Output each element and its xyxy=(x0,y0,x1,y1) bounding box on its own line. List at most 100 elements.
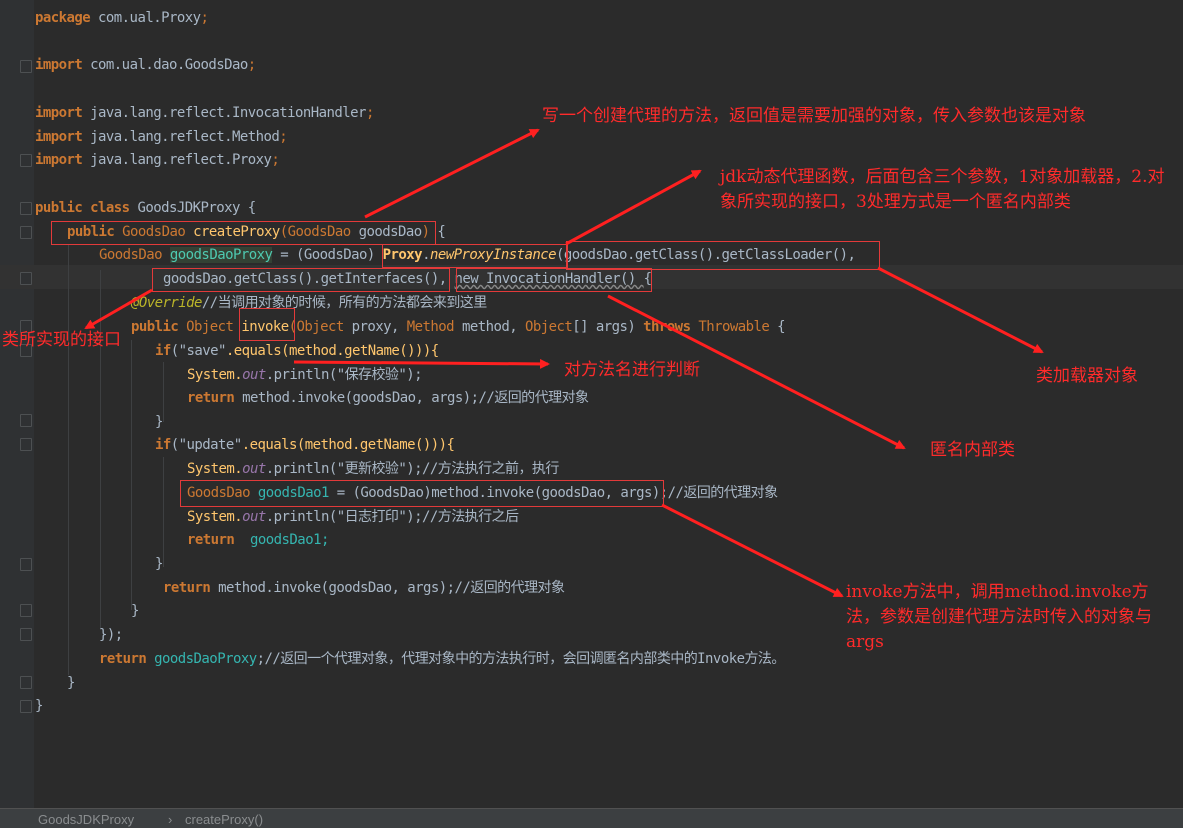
keyword: return xyxy=(187,390,235,406)
breadcrumb-separator-icon: › xyxy=(168,812,173,827)
import-path: java.lang.reflect. xyxy=(90,129,232,145)
code-line-if-update: if("update".equals(method.getName())){ xyxy=(155,436,455,454)
annotation: @Override xyxy=(131,295,202,311)
system-class: System. xyxy=(187,367,243,383)
code-line-brace: } xyxy=(35,698,43,714)
semicolon: ; xyxy=(279,129,288,145)
type: Throwable xyxy=(690,319,770,335)
code-line-return: return goodsDaoProxy;//返回一个代理对象，代理对象中的方法… xyxy=(99,650,785,668)
param-type: Method xyxy=(406,319,462,335)
highlight-box-method-signature xyxy=(51,221,436,245)
fold-marker-icon[interactable] xyxy=(20,272,32,285)
statement: .println("更新校验");//方法执行之前，执行 xyxy=(265,461,560,477)
field: out xyxy=(242,367,266,383)
system-class: System. xyxy=(187,461,243,477)
fold-marker-icon[interactable] xyxy=(20,60,32,73)
indent-guide xyxy=(163,362,164,422)
indent-guide xyxy=(163,457,164,567)
keyword: return xyxy=(99,651,147,667)
highlight-box-method-invoke xyxy=(180,480,664,507)
variable: goodsDaoProxy xyxy=(146,651,257,667)
code-line-println: System.out.println("更新校验");//方法执行之前，执行 xyxy=(187,460,559,478)
statement: .println("日志打印");//方法执行之后 xyxy=(265,509,519,525)
indent-guide xyxy=(131,340,132,610)
code-line-import: import java.lang.reflect.InvocationHandl… xyxy=(35,104,374,122)
semicolon: ; xyxy=(200,10,209,26)
param-type: (Object xyxy=(288,319,352,335)
class-name: GoodsJDKProxy xyxy=(137,200,240,216)
import-class: InvocationHandler xyxy=(232,105,367,121)
code-line-class-decl: public class GoodsJDKProxy { xyxy=(35,199,256,217)
comment: ;//返回的代理对象 xyxy=(659,485,778,501)
code-line-override: @Override//当调用对象的时候，所有的方法都会来到这里 xyxy=(131,294,487,312)
condition: .equals(method.getName())){ xyxy=(225,343,439,359)
param-type: Object xyxy=(524,319,573,335)
fold-marker-icon[interactable] xyxy=(20,414,32,427)
code-line-brace: } xyxy=(155,556,163,572)
fold-marker-icon[interactable] xyxy=(20,226,32,239)
breadcrumb-method[interactable]: createProxy() xyxy=(185,812,263,827)
code-line-import: import java.lang.reflect.Proxy; xyxy=(35,151,280,169)
highlight-box-class-loader xyxy=(566,241,880,270)
callout-anonymous-class: 匿名内部类 xyxy=(930,440,1015,460)
import-class: Method xyxy=(232,129,280,145)
code-line-import: import com.ual.dao.GoodsDao; xyxy=(35,56,256,74)
condition: .equals(method.getName())){ xyxy=(241,437,455,453)
import-path: java.lang.reflect. xyxy=(90,105,232,121)
callout-jdk-proxy: jdk动态代理函数，后面包含三个参数，1对象加载器，2.对象所实现的接口，3处理… xyxy=(720,167,1165,212)
import-path: java.lang.reflect. xyxy=(90,152,232,168)
fold-marker-icon[interactable] xyxy=(20,438,32,451)
field: out xyxy=(242,509,266,525)
arrow-7 xyxy=(661,503,844,598)
callout-interfaces: 类所实现的接口 xyxy=(2,330,121,350)
fold-marker-icon[interactable] xyxy=(20,558,32,571)
fold-marker-icon[interactable] xyxy=(20,676,32,689)
keyword: return xyxy=(187,532,235,548)
callout-method-name: 对方法名进行判断 xyxy=(564,360,700,380)
package-name: com.ual.Proxy xyxy=(98,10,201,26)
keyword: import xyxy=(35,129,83,145)
statement: goodsDao1; xyxy=(234,532,329,548)
keyword: if xyxy=(155,343,171,359)
callout-method-invoke: invoke方法中，调用method.invoke方法，参数是创建代理方法时传入… xyxy=(846,582,1152,652)
semicolon: ; xyxy=(271,152,280,168)
param-name: [] args) xyxy=(572,319,644,335)
brace: { xyxy=(239,200,256,216)
highlight-box-invoke xyxy=(239,308,295,341)
fold-marker-icon[interactable] xyxy=(20,202,32,215)
highlight-box-interfaces xyxy=(152,268,450,292)
semicolon: ; xyxy=(365,105,374,121)
indent-guide xyxy=(68,245,69,675)
keyword: if xyxy=(155,437,171,453)
code-line-return: return goodsDao1; xyxy=(187,531,329,549)
fold-marker-icon[interactable] xyxy=(20,700,32,713)
param-name: proxy, xyxy=(351,319,407,335)
param-name: method, xyxy=(461,319,525,335)
statement: method.invoke(goodsDao, args);//返回的代理对象 xyxy=(210,580,565,596)
code-line-brace: } xyxy=(131,603,139,619)
keyword: import xyxy=(35,105,83,121)
code-line-return: return method.invoke(goodsDao, args);//返… xyxy=(187,389,589,407)
code-line-brace: } xyxy=(67,675,75,691)
code-line-brace: }); xyxy=(99,627,123,643)
code-line-package: package com.ual.Proxy; xyxy=(35,9,209,27)
code-line-invoke-decl: public Object invoke(Object proxy, Metho… xyxy=(131,318,786,336)
code-line-brace: } xyxy=(155,414,163,430)
fold-marker-icon[interactable] xyxy=(20,604,32,617)
callout-class-loader: 类加载器对象 xyxy=(1036,366,1138,386)
code-line-if-save: if("save".equals(method.getName())){ xyxy=(155,342,439,360)
type: Object xyxy=(178,319,242,335)
keyword: throws xyxy=(643,319,691,335)
code-line-println: System.out.println("日志打印");//方法执行之后 xyxy=(187,508,519,526)
code-editor[interactable]: package com.ual.Proxy; import com.ual.da… xyxy=(0,0,1183,808)
code-line-println: System.out.println("保存校验"); xyxy=(187,366,423,384)
keyword: package xyxy=(35,10,91,26)
variable: goodsDaoProxy xyxy=(169,247,273,263)
breadcrumb-class[interactable]: GoodsJDKProxy xyxy=(38,812,134,827)
highlight-box-new-proxy-instance xyxy=(382,244,568,268)
import-class: Proxy xyxy=(232,152,272,168)
arrow-4 xyxy=(293,358,550,369)
fold-marker-icon[interactable] xyxy=(20,628,32,641)
brace: { xyxy=(769,319,786,335)
fold-marker-icon[interactable] xyxy=(20,154,32,167)
